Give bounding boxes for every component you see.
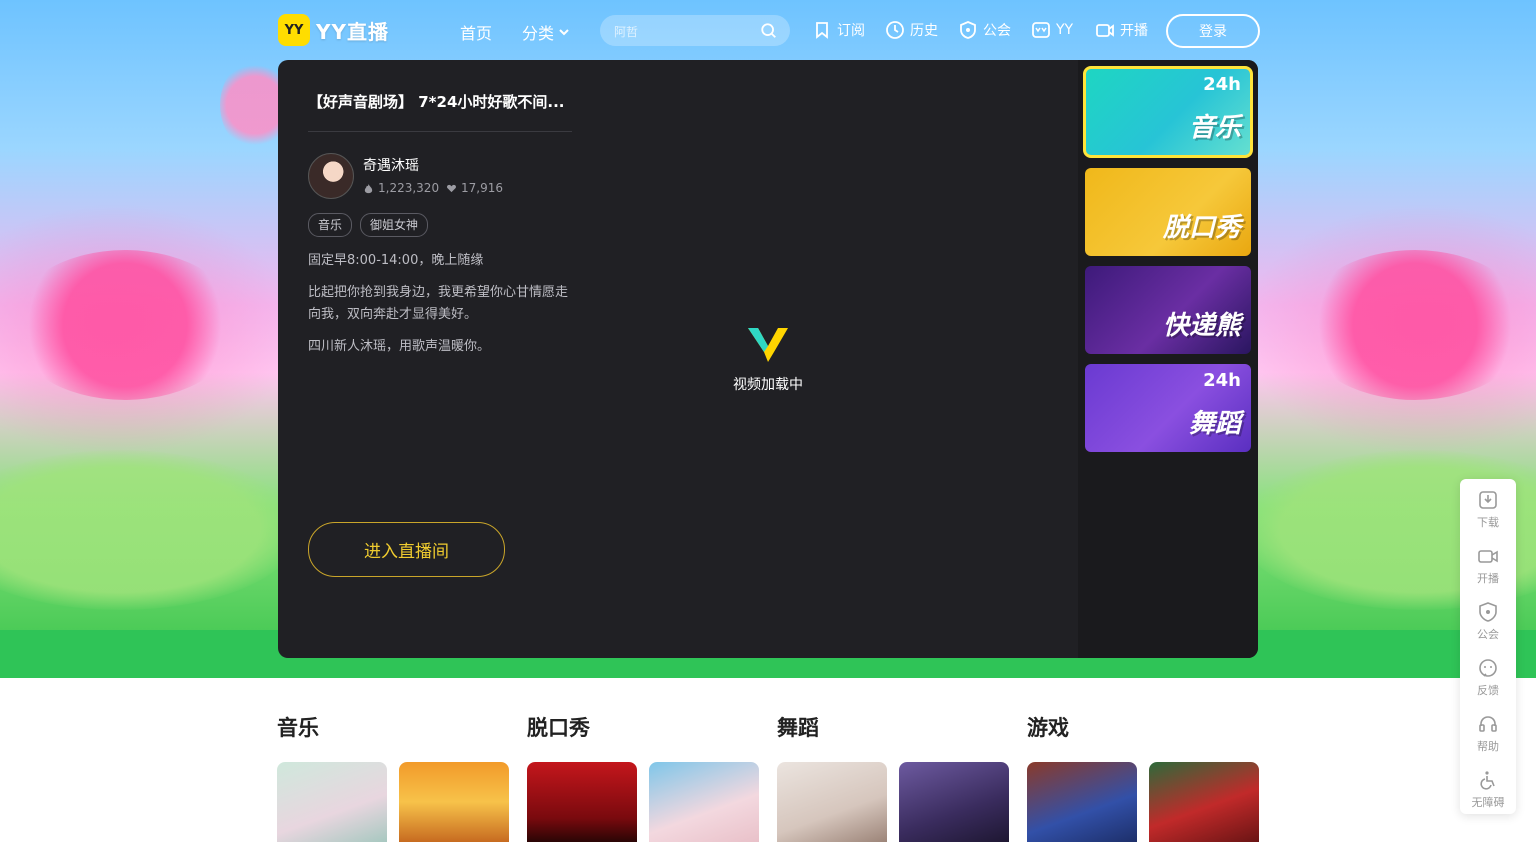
search-box [600, 15, 790, 46]
float-feedback[interactable]: 反馈 [1460, 657, 1516, 707]
login-button[interactable]: 登录 [1166, 14, 1260, 48]
nav-history-label: 历史 [910, 23, 938, 39]
download-icon [1479, 491, 1497, 509]
nav-guild-label: 公会 [983, 23, 1011, 39]
channel-thumb-express-bear[interactable]: 快递熊 [1085, 266, 1251, 354]
chevron-down-icon [559, 29, 569, 36]
popularity-stat: 1,223,320 [363, 181, 439, 195]
stream-card[interactable] [1027, 762, 1137, 842]
floating-toolbar: 下载 开播 公会 反馈 帮助 无障碍 [1460, 479, 1516, 814]
search-input[interactable] [612, 21, 756, 42]
room-tag[interactable]: 音乐 [308, 213, 353, 237]
stream-card[interactable] [1149, 762, 1259, 842]
popularity-value: 1,223,320 [378, 181, 440, 195]
nav-yy-label: YY [1056, 22, 1074, 38]
stream-card[interactable] [527, 762, 637, 842]
channel-thumb-music[interactable]: 24h 音乐 [1083, 66, 1253, 158]
float-broadcast[interactable]: 开播 [1460, 545, 1516, 595]
float-accessibility[interactable]: 无障碍 [1460, 769, 1516, 819]
video-camera-icon [1096, 24, 1114, 37]
section-title-dance[interactable]: 舞蹈 [777, 712, 819, 742]
channel-thumb-talkshow[interactable]: 脱口秀 [1085, 168, 1251, 256]
flame-icon [364, 183, 373, 193]
nav-guild[interactable]: 公会 [958, 20, 1011, 40]
host-avatar[interactable] [308, 153, 354, 199]
nav-yy[interactable]: YY [1031, 20, 1073, 40]
video-camera-icon [1478, 550, 1498, 563]
live-player-card: 【好声音剧场】 7*24小时好歌不间... 奇遇沐瑶 1,223,320 17,… [278, 60, 1258, 658]
channel-thumb-dance[interactable]: 24h 舞蹈 [1085, 364, 1251, 452]
wheelchair-icon [1480, 771, 1495, 790]
float-help[interactable]: 帮助 [1460, 713, 1516, 763]
channel-label: 舞蹈 [1188, 409, 1241, 439]
feedback-icon [1479, 659, 1497, 677]
nav-subscribe[interactable]: 订阅 [812, 20, 865, 40]
host-name[interactable]: 奇遇沐瑶 [363, 155, 419, 175]
float-label: 下载 [1477, 516, 1499, 529]
channel-label: 快递熊 [1162, 311, 1241, 341]
yy-logo[interactable]: YY YY直播 [278, 14, 389, 46]
left-island-decoration [0, 450, 300, 610]
room-tag[interactable]: 御姐女神 [360, 213, 429, 237]
nav-category-menu[interactable]: 分类 [522, 20, 570, 44]
room-description: 比起把你抢到我身边，我更希望你心甘情愿走向我，双向奔赴才显得美好。 [308, 285, 569, 322]
right-heart-decoration [1300, 250, 1530, 400]
search-icon[interactable] [760, 22, 778, 40]
room-title[interactable]: 【好声音剧场】 7*24小时好歌不间... [308, 91, 572, 112]
yy-logo-text: YY直播 [316, 19, 389, 44]
nav-subscribe-label: 订阅 [837, 23, 865, 39]
channel-list: 24h 音乐 脱口秀 快递熊 24h 舞蹈 [1078, 60, 1258, 658]
float-label: 帮助 [1477, 740, 1499, 753]
room-intro: 四川新人沐瑶，用歌声温暖你。 [308, 339, 491, 354]
top-navigation: YY YY直播 首页 分类 订阅 历史 公会 YY 开播 登录 [0, 0, 1536, 60]
section-title-talkshow[interactable]: 脱口秀 [527, 712, 590, 742]
channel-label: 音乐 [1188, 113, 1241, 143]
channel-label: 脱口秀 [1162, 213, 1241, 243]
loading-text: 视频加载中 [733, 377, 803, 393]
left-heart-decoration [10, 250, 240, 400]
stream-card[interactable] [899, 762, 1009, 842]
video-loading-indicator: 视频加载中 [718, 322, 818, 394]
float-label: 公会 [1477, 628, 1499, 641]
info-divider [308, 131, 572, 132]
nav-category-label: 分类 [522, 24, 555, 43]
enter-room-button[interactable]: 进入直播间 [308, 522, 505, 577]
nav-home-link[interactable]: 首页 [460, 20, 492, 44]
stream-card[interactable] [277, 762, 387, 842]
headset-icon [1479, 716, 1497, 732]
channel-badge: 24h [1203, 74, 1241, 95]
yy-logo-mark: YY [278, 14, 310, 46]
likes-value: 17,916 [461, 181, 503, 195]
stream-card[interactable] [777, 762, 887, 842]
nav-history[interactable]: 历史 [885, 20, 938, 40]
float-download[interactable]: 下载 [1460, 489, 1516, 539]
likes-stat: 17,916 [446, 181, 503, 195]
yy-loading-icon [748, 328, 788, 362]
stream-card[interactable] [399, 762, 509, 842]
room-schedule: 固定早8:00-14:00，晚上随缘 [308, 253, 484, 268]
clock-icon [886, 21, 904, 39]
section-title-game[interactable]: 游戏 [1027, 712, 1069, 742]
float-label: 无障碍 [1471, 796, 1505, 809]
float-label: 反馈 [1477, 684, 1499, 697]
stream-card[interactable] [649, 762, 759, 842]
nav-broadcast[interactable]: 开播 [1095, 20, 1148, 40]
channel-badge: 24h [1203, 370, 1241, 391]
section-title-music[interactable]: 音乐 [277, 712, 319, 742]
yy-app-icon [1032, 22, 1050, 38]
bookmark-icon [816, 22, 828, 39]
shield-icon [960, 21, 976, 39]
heart-icon [447, 184, 456, 192]
nav-broadcast-label: 开播 [1120, 23, 1148, 39]
float-guild[interactable]: 公会 [1460, 601, 1516, 651]
float-label: 开播 [1477, 572, 1499, 585]
shield-icon [1479, 602, 1497, 622]
